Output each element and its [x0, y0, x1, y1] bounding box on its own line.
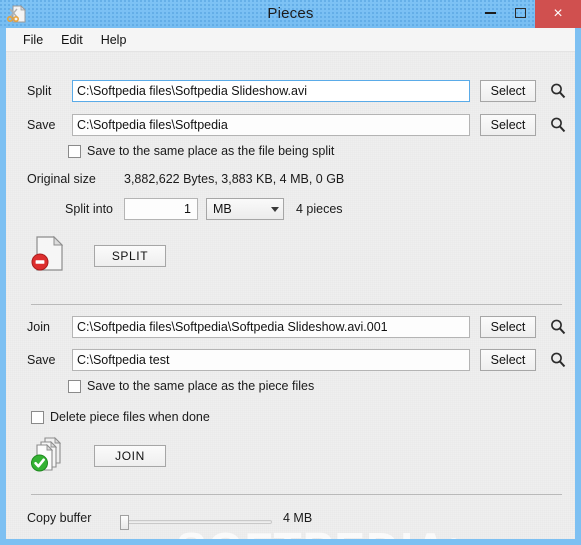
split-save-label: Save	[27, 118, 56, 132]
join-same-place-checkbox-row[interactable]: Save to the same place as the piece file…	[68, 379, 314, 393]
maximize-button[interactable]	[505, 1, 535, 25]
document-remove-icon	[31, 234, 67, 277]
join-save-input[interactable]	[72, 349, 470, 371]
join-source-select-button[interactable]: Select	[480, 316, 536, 338]
delete-pieces-checkbox-row[interactable]: Delete piece files when done	[31, 410, 210, 424]
chevron-down-icon	[271, 206, 279, 212]
join-same-place-checkbox[interactable]	[68, 379, 81, 393]
delete-pieces-label: Delete piece files when done	[50, 410, 210, 424]
split-into-row: Split into MB 4 pieces	[27, 198, 343, 220]
watermark-tm: ®	[448, 536, 460, 539]
join-save-row: Save Select	[27, 349, 567, 371]
join-source-input[interactable]	[72, 316, 470, 338]
split-save-select-button[interactable]: Select	[480, 114, 536, 136]
menu-item-help[interactable]: Help	[92, 31, 136, 49]
title-bar: Pieces ×	[0, 0, 581, 28]
copy-buffer-row: Copy buffer	[27, 511, 119, 525]
split-source-select-button[interactable]: Select	[480, 80, 536, 102]
menu-bar: File Edit Help	[6, 28, 575, 52]
split-save-row: Save Select	[27, 114, 567, 136]
copy-buffer-slider-thumb[interactable]	[120, 515, 129, 530]
join-action-row: JOIN	[31, 434, 166, 477]
split-unit-select[interactable]: MB	[206, 198, 284, 220]
split-save-input[interactable]	[72, 114, 470, 136]
join-save-label: Save	[27, 353, 56, 367]
close-icon: ×	[553, 5, 563, 22]
join-same-place-label: Save to the same place as the piece file…	[87, 379, 315, 393]
copy-buffer-value: 4 MB	[283, 511, 313, 525]
minimize-icon	[484, 12, 496, 14]
split-into-input[interactable]	[124, 198, 198, 220]
join-save-select-button[interactable]: Select	[480, 349, 536, 371]
copy-buffer-value-row: 4 MB	[283, 511, 312, 525]
menu-item-file[interactable]: File	[14, 31, 52, 49]
section-divider-2	[31, 494, 562, 495]
split-same-place-label: Save to the same place as the file being…	[87, 144, 335, 158]
original-size-value: 3,882,622 Bytes, 3,883 KB, 4 MB, 0 GB	[124, 172, 345, 186]
split-save-magnifier-icon[interactable]	[549, 116, 567, 134]
window-controls: ×	[475, 0, 581, 28]
split-source-row: Split Select	[27, 80, 567, 102]
softpedia-watermark: SOFTPEDIA®	[176, 522, 460, 539]
close-button[interactable]: ×	[535, 0, 581, 28]
split-into-label: Split into	[65, 202, 113, 216]
join-save-magnifier-icon[interactable]	[549, 351, 567, 369]
join-source-row: Join Select	[27, 316, 567, 338]
split-source-label: Split	[27, 84, 52, 98]
join-button[interactable]: JOIN	[94, 444, 166, 467]
split-unit-value: MB	[213, 202, 232, 216]
pieces-count-text: 4 pieces	[296, 202, 343, 216]
split-source-input[interactable]	[72, 80, 470, 102]
copy-buffer-slider[interactable]	[124, 520, 272, 524]
split-same-place-checkbox[interactable]	[68, 144, 81, 158]
section-divider-1	[31, 304, 562, 305]
client-area: SOFTPEDIA® Split Select Save Select	[6, 52, 575, 539]
minimize-button[interactable]	[475, 1, 505, 25]
menu-item-edit[interactable]: Edit	[52, 31, 92, 49]
split-action-row: SPLIT	[31, 234, 166, 277]
pieces-window: Pieces × File Edit Help SOFTPEDIA® Split	[0, 0, 581, 545]
original-size-row: Original size 3,882,622 Bytes, 3,883 KB,…	[27, 172, 344, 186]
original-size-label: Original size	[27, 172, 96, 186]
watermark-text: SOFTPEDIA	[176, 523, 448, 539]
delete-pieces-checkbox[interactable]	[31, 410, 44, 424]
join-source-label: Join	[27, 320, 50, 334]
documents-check-icon	[31, 434, 69, 477]
split-same-place-checkbox-row[interactable]: Save to the same place as the file being…	[68, 144, 334, 158]
split-button[interactable]: SPLIT	[94, 244, 166, 267]
copy-buffer-label: Copy buffer	[27, 511, 92, 525]
split-source-magnifier-icon[interactable]	[549, 82, 567, 100]
maximize-icon	[514, 8, 526, 18]
join-source-magnifier-icon[interactable]	[549, 318, 567, 336]
